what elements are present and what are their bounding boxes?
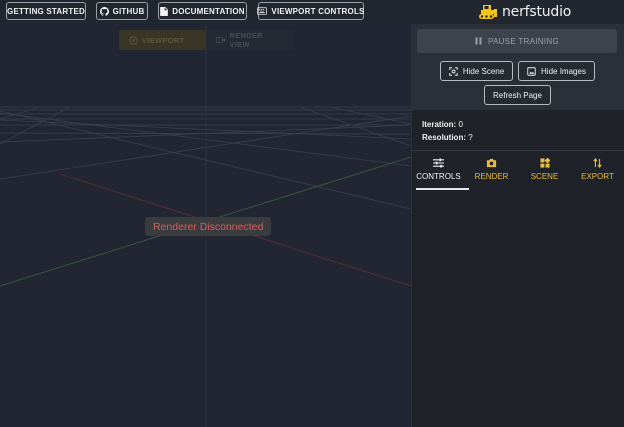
iteration-label: Iteration:	[422, 120, 457, 129]
hide-scene-button[interactable]: Hide Scene	[440, 61, 513, 81]
divider	[412, 150, 624, 151]
github-button[interactable]: GITHUB	[96, 2, 148, 20]
logo-text: nerfstudio	[502, 4, 572, 20]
document-icon	[160, 6, 169, 16]
github-icon	[99, 6, 109, 16]
tab-scene-label: SCENE	[530, 172, 559, 181]
3d-viewport[interactable]: VIEWPORT RENDER VIEW Renderer Disconnect…	[0, 24, 411, 427]
import-export-icon	[593, 158, 602, 168]
pause-icon	[475, 37, 482, 45]
tab-scene[interactable]: SCENE	[518, 152, 571, 190]
keyboard-icon	[257, 7, 268, 15]
refresh-page-button[interactable]: Refresh Page	[484, 85, 551, 105]
hide-scene-label: Hide Scene	[462, 66, 505, 76]
pause-training-label: PAUSE TRAINING	[487, 36, 560, 46]
viewport-controls-label: VIEWPORT CONTROLS	[271, 6, 365, 16]
tab-viewport[interactable]: VIEWPORT	[119, 30, 206, 50]
iteration-value: 0	[458, 120, 463, 129]
nerfstudio-logo: nerfstudio	[478, 2, 571, 22]
resolution-value: ?	[468, 133, 473, 142]
iteration-row: Iteration: 0	[422, 118, 473, 131]
github-label: GITHUB	[112, 6, 145, 16]
bulldozer-icon	[479, 5, 497, 19]
camera-icon	[486, 158, 497, 168]
resolution-label: Resolution:	[422, 133, 466, 142]
documentation-label: DOCUMENTATION	[172, 6, 245, 16]
tab-render-label: RENDER	[474, 172, 509, 181]
pause-training-button[interactable]: PAUSE TRAINING	[417, 29, 617, 53]
viewport-icon	[129, 35, 138, 45]
tab-render[interactable]: RENDER	[465, 152, 518, 190]
top-bar: GETTING STARTED GITHUB DOCUMENTATION VIE…	[0, 0, 624, 24]
center-focus-icon	[449, 66, 458, 76]
image-icon	[527, 66, 536, 76]
renderer-status-badge: Renderer Disconnected	[145, 217, 272, 236]
panel-header: PAUSE TRAINING Hide Scene Hide Images Re…	[412, 24, 624, 110]
tab-render-view-label: RENDER VIEW	[229, 31, 263, 49]
resolution-row: Resolution: ?	[422, 131, 473, 144]
viewport-tabs: VIEWPORT RENDER VIEW	[119, 30, 293, 50]
getting-started-button[interactable]: GETTING STARTED	[6, 2, 86, 20]
documentation-button[interactable]: DOCUMENTATION	[158, 2, 247, 20]
tab-controls[interactable]: CONTROLS	[412, 152, 469, 190]
training-info: Iteration: 0 Resolution: ?	[422, 118, 473, 144]
tab-export-label: EXPORT	[581, 172, 614, 181]
refresh-page-label: Refresh Page	[493, 90, 542, 100]
getting-started-label: GETTING STARTED	[7, 6, 85, 16]
hide-images-label: Hide Images	[541, 66, 586, 76]
sliders-icon	[433, 158, 444, 168]
tab-controls-label: CONTROLS	[416, 172, 461, 181]
tab-viewport-label: VIEWPORT	[142, 35, 185, 45]
video-camera-icon	[216, 37, 226, 43]
viewport-controls-button[interactable]: VIEWPORT CONTROLS	[257, 2, 365, 20]
hide-images-button[interactable]: Hide Images	[518, 61, 595, 81]
tab-export[interactable]: EXPORT	[571, 152, 624, 190]
tab-render-view[interactable]: RENDER VIEW	[206, 30, 293, 50]
panel-tabs: CONTROLS RENDER SCENE EXPORT	[412, 152, 624, 190]
widgets-icon	[539, 158, 550, 168]
renderer-status-text: Renderer Disconnected	[153, 220, 264, 233]
control-panel: PAUSE TRAINING Hide Scene Hide Images Re…	[411, 24, 624, 427]
